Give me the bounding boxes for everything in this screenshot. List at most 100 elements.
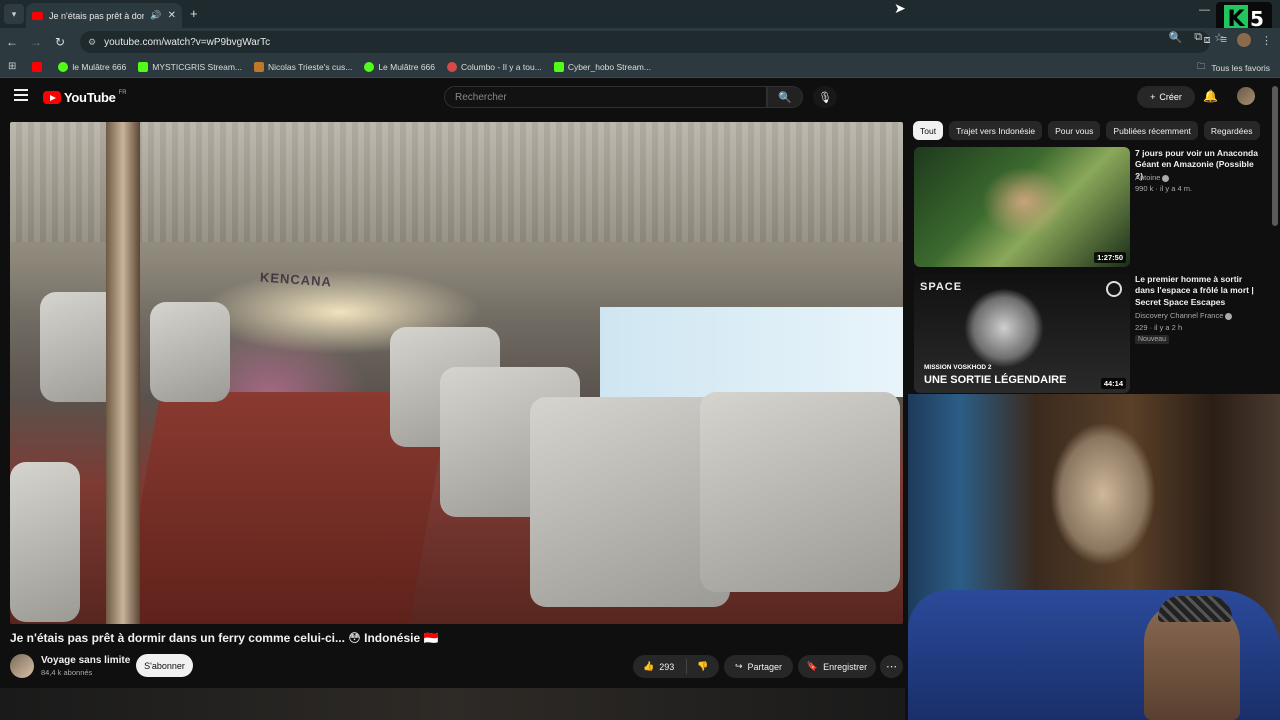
browser-tab-active[interactable]: Je n'étais pas prêt à dormir dans un fer… [26, 3, 182, 28]
ferry-pole [106, 122, 140, 624]
search-icon[interactable]: 🔍 [767, 86, 803, 108]
youtube-logo[interactable]: YouTube FR [43, 90, 127, 105]
dislike-button[interactable]: 👎 [687, 661, 719, 672]
reload-icon[interactable]: ↻ [48, 35, 72, 49]
verified-icon [1225, 312, 1233, 320]
forward-arrow-icon[interactable]: → [24, 35, 48, 49]
minimize-icon[interactable]: — [1199, 4, 1210, 16]
extension-area: ⧈ ≡ ⋮ [1204, 33, 1272, 47]
columbo-favicon-icon [447, 61, 458, 72]
ferry-seat [10, 462, 80, 622]
thumbnail-space-label: SPACE [920, 281, 963, 293]
recommendation-chips: Tout Trajet vers Indonésie Pour vous Pub… [913, 121, 1260, 140]
share-arrow-icon: ↪ [734, 661, 743, 671]
streamer-webcam [908, 394, 1280, 720]
new-badge: Nouveau [1135, 335, 1170, 344]
video-thumbnail[interactable]: SPACE MISSION VOSKHOD 2 UNE SORTIE LÉGEN… [914, 273, 1130, 393]
video-player[interactable]: KENCANA [10, 122, 903, 624]
omnibox[interactable]: ⚙ youtube.com/watch?v=wP9bvgWarTc [80, 31, 1210, 53]
kebab-menu-icon[interactable]: ⋮ [1261, 34, 1272, 47]
thumbs-down-icon: 👎 [697, 661, 709, 671]
extensions-puzzle-icon[interactable]: ⧈ [1204, 34, 1211, 47]
search-box [444, 86, 767, 108]
speaker-icon[interactable]: 🔊 [150, 10, 161, 21]
like-dislike-group: 👍 293 👎 [633, 655, 719, 678]
recommendation-channel[interactable]: Discovery Channel France [1135, 311, 1233, 320]
back-arrow-icon[interactable]: ← [0, 35, 24, 49]
chip-regardees[interactable]: Regardées [1203, 121, 1260, 140]
kick-icon [364, 61, 375, 72]
discovery-logo-icon [1106, 281, 1122, 297]
youtube-icon [32, 61, 43, 72]
duration-badge: 1:27:50 [1094, 252, 1126, 263]
recommendation-title[interactable]: Le premier homme à sortir dans l'espace … [1135, 274, 1260, 308]
window-controls: — [1199, 4, 1210, 16]
bookmark-item[interactable]: MYSTICGRIS Stream... [138, 61, 242, 72]
kick-icon [58, 61, 69, 72]
chip-trajet-indonesie[interactable]: Trajet vers Indonésie [949, 121, 1043, 140]
bookmark-item[interactable]: Cyber_hobo Stream... [553, 61, 651, 72]
recommendation-channel[interactable]: Antoine [1135, 173, 1170, 182]
subscriber-count: 84,4 k abonnés [41, 668, 93, 677]
channel-avatar[interactable] [10, 654, 34, 678]
ferry-windows [600, 307, 903, 397]
apps-grid-icon[interactable]: ⊞ [8, 61, 16, 72]
create-button[interactable]: + Créer [1137, 86, 1195, 108]
youtube-header: YouTube FR 🔍 🎙 +Créer 🔔 [0, 79, 1280, 119]
channel-name[interactable]: Voyage sans limite [41, 655, 130, 666]
page-scrollbar[interactable] [1272, 86, 1278, 226]
thumbnail-mission-text: MISSION VOSKHOD 2 [924, 364, 992, 371]
bookmark-item[interactable]: Le Mulâtre 666 [364, 61, 435, 72]
subscribe-button[interactable]: S'abonner [136, 654, 193, 677]
more-actions-icon[interactable]: ⋯ [880, 655, 903, 678]
browser-tab-bar: ▾ Je n'étais pas prêt à dormir dans un f… [0, 0, 1280, 36]
site-info-icon[interactable]: ⚙ [88, 37, 96, 48]
duration-badge: 44:14 [1100, 378, 1126, 389]
bookmark-item[interactable]: Columbo - Il y a tou... [447, 61, 542, 72]
tab-title: Je n'étais pas prêt à dormir dans un fer… [49, 10, 145, 21]
verified-icon [1162, 174, 1170, 182]
thumbnail-headline: UNE SORTIE LÉGENDAIRE [924, 374, 1067, 386]
thumbs-up-icon: 👍 [643, 661, 655, 671]
all-bookmarks[interactable]: 🗀 Tous les favoris [1197, 61, 1270, 75]
custom-favicon-icon [254, 61, 265, 72]
tab-search-icon[interactable]: ▾ [4, 4, 24, 24]
kick-icon [553, 61, 564, 72]
ferry-ceiling [10, 122, 903, 242]
hamburger-menu-icon[interactable] [14, 89, 28, 101]
bookmark-item[interactable] [32, 61, 46, 72]
chip-publiees-recemment[interactable]: Publiées récemment [1106, 121, 1198, 140]
ferry-seat [700, 392, 900, 592]
recommendation-item[interactable]: SPACE MISSION VOSKHOD 2 UNE SORTIE LÉGEN… [914, 273, 1264, 393]
recommendation-meta: 229 · il y a 2 h [1135, 323, 1183, 332]
video-thumbnail[interactable]: 1:27:50 [914, 147, 1130, 267]
zoom-icon[interactable]: 🔍 [1169, 31, 1183, 44]
bookmark-item[interactable]: le Mulâtre 666 [58, 61, 126, 72]
bookmarks-bar: ⊞ le Mulâtre 666 MYSTICGRIS Stream... Ni… [0, 56, 1280, 78]
microphone-icon[interactable]: 🎙 [813, 86, 837, 108]
folder-icon: 🗀 [1196, 61, 1206, 71]
url-text: youtube.com/watch?v=wP9bvgWarTc [104, 36, 271, 48]
media-control-icon[interactable]: ≡ [1221, 34, 1227, 46]
notifications-bell-icon[interactable]: 🔔 [1203, 89, 1218, 103]
install-app-icon[interactable]: ⧉ [1194, 31, 1202, 44]
kick-icon [138, 61, 149, 72]
stage-sign: KENCANA [259, 269, 333, 290]
recommendation-item[interactable]: 1:27:50 7 jours pour voir un Anaconda Gé… [914, 147, 1264, 267]
bookmark-icon: 🔖 [806, 661, 819, 671]
plus-icon: + [1150, 92, 1156, 102]
video-title: Je n'étais pas prêt à dormir dans un fer… [10, 631, 439, 645]
share-button[interactable]: ↪ Partager [724, 655, 793, 678]
save-button[interactable]: 🔖 Enregistrer [798, 655, 876, 678]
close-tab-icon[interactable]: ✕ [168, 10, 176, 21]
like-button[interactable]: 👍 293 [633, 659, 687, 674]
bookmark-item[interactable]: Nicolas Trieste's cus... [254, 61, 352, 72]
new-tab-icon[interactable]: + [190, 6, 198, 21]
browser-profile-avatar[interactable] [1237, 33, 1251, 47]
address-bar-row: ← → ↻ ⚙ youtube.com/watch?v=wP9bvgWarTc [0, 28, 1280, 56]
chip-tout[interactable]: Tout [913, 121, 944, 140]
account-avatar[interactable] [1237, 87, 1255, 105]
search-input[interactable] [455, 91, 766, 103]
mouse-cursor-icon: ➤ [894, 0, 906, 16]
chip-pour-vous[interactable]: Pour vous [1048, 121, 1101, 140]
